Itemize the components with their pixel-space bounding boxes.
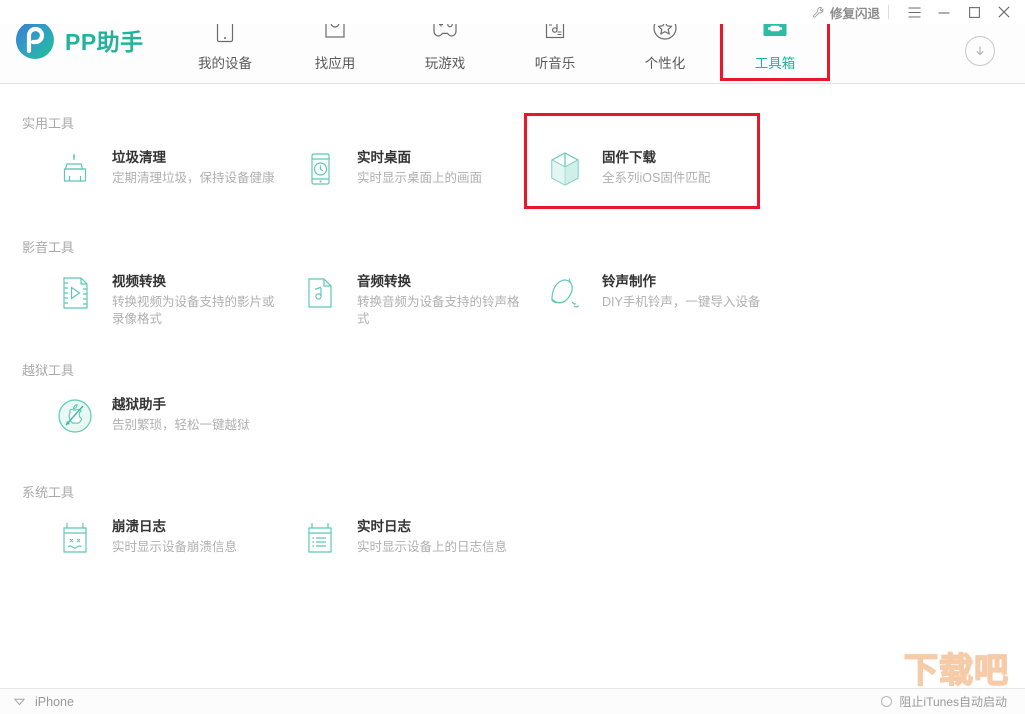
tool-name: 铃声制作	[602, 272, 760, 291]
tool-item-audio-convert[interactable]: 音频转换 转换音频为设备支持的铃声格式	[297, 270, 542, 328]
tool-item-firmware-download[interactable]: 固件下载 全系列iOS固件匹配	[542, 146, 787, 192]
nav-label: 个性化	[645, 52, 686, 72]
section-title: 影音工具	[22, 237, 1025, 256]
nav-label: 玩游戏	[425, 52, 466, 72]
nav-label: 找应用	[315, 52, 356, 72]
nav-label: 我的设备	[198, 52, 252, 72]
tool-item-video-convert[interactable]: 视频转换 转换视频为设备支持的影片或录像格式	[52, 270, 297, 328]
fix-crash-label: 修复闪退	[830, 3, 880, 22]
tool-desc: 告别繁琐，轻松一键越狱	[112, 417, 250, 434]
tool-item-crash-log[interactable]: 崩溃日志 实时显示设备崩溃信息	[52, 515, 297, 561]
section-title: 实用工具	[22, 113, 1025, 132]
tool-desc: 转换音频为设备支持的铃声格式	[357, 294, 527, 328]
block-itunes-label: 阻止iTunes自动启动	[899, 693, 1007, 710]
brand-logo[interactable]: PP助手	[14, 19, 144, 61]
nav-label: 听音乐	[535, 52, 576, 72]
section-practical-tools: 实用工具 垃圾清理 定期清理垃圾，保持设	[0, 113, 1025, 192]
download-arrow-icon[interactable]	[965, 36, 995, 66]
tool-name: 越狱助手	[112, 395, 250, 414]
block-itunes-option[interactable]: 阻止iTunes自动启动	[881, 693, 1007, 710]
titlebar-divider	[888, 5, 889, 19]
tool-name: 音频转换	[357, 272, 527, 291]
tool-desc: 定期清理垃圾，保持设备健康	[112, 170, 275, 187]
tool-desc: 全系列iOS固件匹配	[602, 170, 710, 187]
device-label: iPhone	[35, 695, 74, 709]
phone-clock-icon	[297, 146, 343, 192]
audio-file-icon	[297, 270, 343, 316]
tool-name: 实时日志	[357, 517, 507, 536]
chevron-down-icon	[14, 695, 25, 709]
section-jailbreak-tools: 越狱工具 越狱助手 告别繁琐，轻松一键越狱	[0, 360, 1025, 439]
section-system-tools: 系统工具 崩溃日志 实时显示设备崩溃	[0, 482, 1025, 561]
tool-item-live-desktop[interactable]: 实时桌面 实时显示桌面上的画面	[297, 146, 542, 192]
wrench-icon	[812, 6, 825, 19]
tool-desc: 实时显示设备上的日志信息	[357, 539, 507, 556]
tool-name: 视频转换	[112, 272, 282, 291]
tool-name: 崩溃日志	[112, 517, 237, 536]
maximize-icon[interactable]	[959, 1, 989, 23]
brand-name: PP助手	[65, 23, 144, 57]
tool-item-jailbreak-helper[interactable]: 越狱助手 告别繁琐，轻松一键越狱	[52, 393, 297, 439]
tool-name: 固件下载	[602, 148, 710, 167]
device-selector[interactable]: iPhone	[14, 695, 74, 709]
nav-label: 工具箱	[755, 52, 796, 72]
crash-log-icon	[52, 515, 98, 561]
minimize-icon[interactable]	[929, 1, 959, 23]
log-list-icon	[297, 515, 343, 561]
pp-logo-icon	[14, 19, 56, 61]
tool-name: 实时桌面	[357, 148, 482, 167]
tool-name: 垃圾清理	[112, 148, 275, 167]
status-bar: iPhone 阻止iTunes自动启动	[0, 688, 1025, 714]
hamburger-menu-icon[interactable]	[899, 1, 929, 23]
cube-icon	[542, 146, 588, 192]
broom-icon	[52, 146, 98, 192]
checkbox-icon[interactable]	[881, 696, 892, 707]
tool-item-live-log[interactable]: 实时日志 实时显示设备上的日志信息	[297, 515, 542, 561]
tool-item-ringtone-maker[interactable]: 铃声制作 DIY手机铃声，一键导入设备	[542, 270, 787, 328]
fix-crash-button[interactable]: 修复闪退	[812, 3, 880, 22]
section-title: 系统工具	[22, 482, 1025, 501]
tool-desc: DIY手机铃声，一键导入设备	[602, 294, 760, 311]
tool-desc: 实时显示桌面上的画面	[357, 170, 482, 187]
tool-desc: 实时显示设备崩溃信息	[112, 539, 237, 556]
jailbreak-apple-icon	[52, 393, 98, 439]
toolbox-content: 实用工具 垃圾清理 定期清理垃圾，保持设	[0, 85, 1025, 688]
bell-icon	[542, 270, 588, 316]
video-file-icon	[52, 270, 98, 316]
close-icon[interactable]	[989, 1, 1019, 23]
tool-item-junk-clean[interactable]: 垃圾清理 定期清理垃圾，保持设备健康	[52, 146, 297, 192]
section-title: 越狱工具	[22, 360, 1025, 379]
section-media-tools: 影音工具 视频转换 转换视频为设备支持的影片或录像格式	[0, 237, 1025, 328]
tool-desc: 转换视频为设备支持的影片或录像格式	[112, 294, 282, 328]
window-titlebar: 修复闪退	[0, 0, 1025, 24]
